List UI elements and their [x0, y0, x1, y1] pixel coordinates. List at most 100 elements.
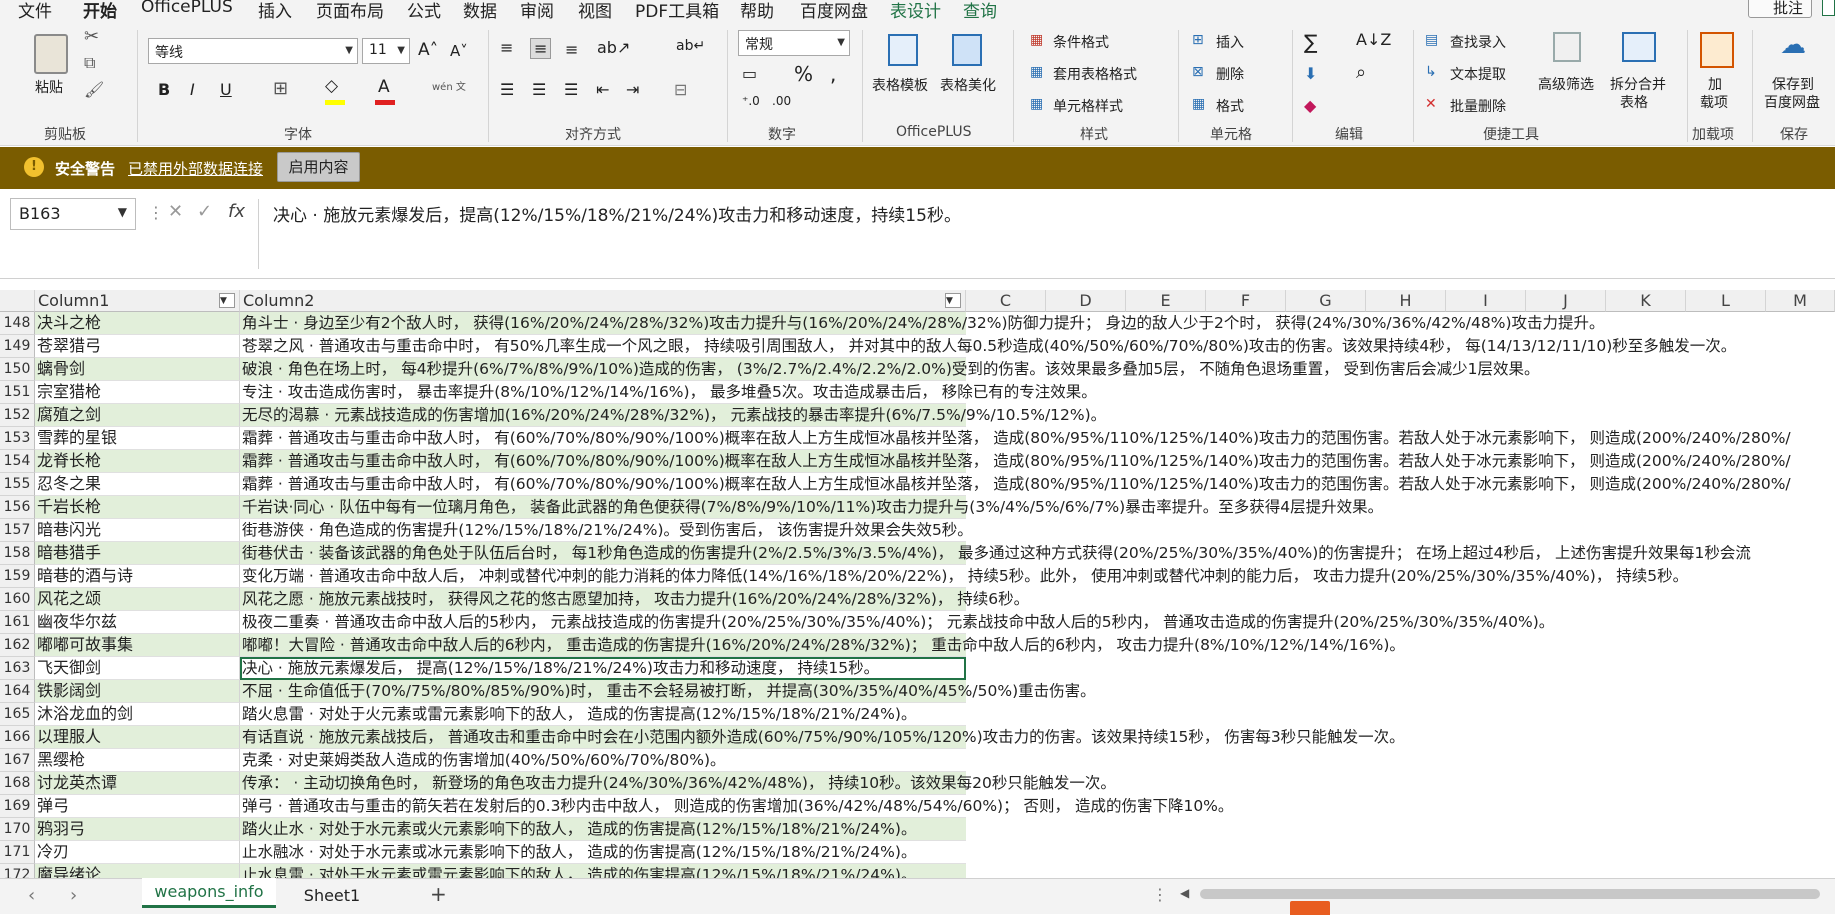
increase-decimal-icon[interactable]: ⁺.0	[742, 94, 760, 108]
insert-cells-button[interactable]: 插入	[1216, 32, 1244, 52]
lookup-button[interactable]: 查找录入	[1450, 32, 1506, 52]
row-number[interactable]: 168	[0, 772, 35, 795]
row-number[interactable]: 153	[0, 427, 35, 450]
weapon-effect-cell[interactable]: 街巷游侠 · 角色造成的伤害提升(12%/15%/18%/21%/24%)。受到…	[240, 519, 973, 542]
weapon-name-cell[interactable]: 决斗之枪	[35, 312, 240, 335]
paste-button[interactable]: 粘贴	[35, 77, 63, 97]
align-center-icon[interactable]: ☰	[532, 80, 546, 99]
cell-style-button[interactable]: 单元格样式	[1053, 96, 1123, 116]
row-number[interactable]: 165	[0, 703, 35, 726]
advanced-filter-button[interactable]: 高级筛选	[1538, 74, 1594, 94]
row-number[interactable]: 170	[0, 818, 35, 841]
bold-button[interactable]: B	[158, 80, 170, 99]
underline-button[interactable]: U	[220, 80, 232, 99]
column-header-c[interactable]: C	[966, 290, 1046, 312]
weapon-effect-cell[interactable]: 嘟嘟！大冒险 · 普通攻击命中敌人后的6秒内， 重击造成的伤害提升(16%/20…	[240, 634, 1405, 657]
formula-input[interactable]: 决心 · 施放元素爆发后，提高(12%/15%/18%/21%/24%)攻击力和…	[258, 199, 1828, 269]
font-size-combo[interactable]: 11 ▼	[362, 38, 410, 64]
row-number[interactable]: 159	[0, 565, 35, 588]
weapon-name-cell[interactable]: 冷刃	[35, 841, 240, 864]
cut-icon[interactable]: ✂	[84, 26, 99, 47]
row-number[interactable]: 156	[0, 496, 35, 519]
weapon-effect-cell[interactable]: 苍翠之风 · 普通攻击与重击命中时， 有50%几率生成一个风之眼， 持续吸引周围…	[240, 335, 1736, 358]
save-label-2[interactable]: 百度网盘	[1764, 92, 1820, 112]
column-header-m[interactable]: M	[1766, 290, 1835, 312]
weapon-name-cell[interactable]: 幽夜华尔兹	[35, 611, 240, 634]
shrink-font-icon[interactable]: A˅	[450, 42, 468, 60]
tab-baidu-netdisk[interactable]: 百度网盘	[800, 0, 868, 22]
weapon-effect-cell[interactable]: 霜葬 · 普通攻击与重击命中敌人时， 有(60%/70%/80%/90%/100…	[240, 450, 1791, 473]
tab-officeplus[interactable]: OfficePLUS	[141, 0, 233, 17]
batch-delete-button[interactable]: 批量删除	[1450, 96, 1506, 116]
tab-table-design[interactable]: 表设计	[890, 0, 941, 22]
column-header-column2[interactable]: Column2 ▼	[240, 290, 966, 312]
column-header-column1[interactable]: Column1 ▼	[35, 290, 240, 312]
row-number[interactable]: 152	[0, 404, 35, 427]
font-color-icon[interactable]: A	[378, 77, 390, 97]
weapon-name-cell[interactable]: 苍翠猎弓	[35, 335, 240, 358]
format-as-table-button[interactable]: 套用表格格式	[1053, 64, 1137, 84]
sheet-options-icon[interactable]: ⋮	[1152, 885, 1168, 904]
row-number[interactable]: 167	[0, 749, 35, 772]
weapon-effect-cell[interactable]: 角斗士 · 身边至少有2个敌人时， 获得(16%/20%/24%/28%/32%…	[240, 312, 1605, 335]
add-sheet-button[interactable]: +	[430, 882, 447, 906]
table-template-button[interactable]: 表格模板	[872, 75, 928, 95]
align-middle-icon[interactable]: ≡	[530, 38, 552, 59]
split-merge-icon[interactable]	[1622, 32, 1656, 62]
column-header-h[interactable]: H	[1366, 290, 1446, 312]
weapon-name-cell[interactable]: 龙脊长枪	[35, 450, 240, 473]
weapon-name-cell[interactable]: 飞天御剑	[35, 657, 240, 680]
table-beautify-button[interactable]: 表格美化	[940, 75, 996, 95]
addins-icon[interactable]	[1700, 32, 1734, 68]
addins-label-2[interactable]: 载项	[1700, 92, 1728, 112]
delete-cells-button[interactable]: 删除	[1216, 64, 1244, 84]
row-number[interactable]: 169	[0, 795, 35, 818]
weapon-name-cell[interactable]: 黑缨枪	[35, 749, 240, 772]
row-number[interactable]: 172	[0, 864, 35, 878]
row-number[interactable]: 150	[0, 358, 35, 381]
italic-button[interactable]: I	[190, 80, 195, 99]
weapon-name-cell[interactable]: 暗巷闪光	[35, 519, 240, 542]
column-header-f[interactable]: F	[1206, 290, 1286, 312]
weapon-effect-cell[interactable]: 踏火息雷 · 对处于火元素或雷元素影响下的敌人， 造成的伤害提高(12%/15%…	[240, 703, 966, 726]
addins-label-1[interactable]: 加	[1708, 74, 1722, 94]
row-number[interactable]: 166	[0, 726, 35, 749]
weapon-name-cell[interactable]: 沐浴龙血的剑	[35, 703, 240, 726]
number-format-combo[interactable]: 常规 ▼	[738, 30, 850, 56]
horizontal-scrollbar[interactable]	[1200, 889, 1820, 899]
weapon-name-cell[interactable]: 忍冬之果	[35, 473, 240, 496]
table-beautify-icon[interactable]	[952, 34, 982, 66]
align-top-icon[interactable]: ≡	[500, 38, 513, 57]
phonetic-icon[interactable]: wén 文	[432, 78, 466, 93]
column-header-k[interactable]: K	[1606, 290, 1686, 312]
sheet-tab-sheet1[interactable]: Sheet1	[287, 883, 377, 911]
save-label-1[interactable]: 保存到	[1772, 74, 1814, 94]
next-sheet-icon[interactable]: ›	[70, 885, 77, 906]
column-header-d[interactable]: D	[1046, 290, 1126, 312]
row-number[interactable]: 164	[0, 680, 35, 703]
weapon-name-cell[interactable]: 腐殖之剑	[35, 404, 240, 427]
sheet-tab-weapons-info[interactable]: weapons_info	[142, 878, 276, 908]
table-template-icon[interactable]	[888, 34, 918, 66]
row-number[interactable]: 158	[0, 542, 35, 565]
currency-icon[interactable]: ▭	[742, 64, 757, 83]
scroll-left-icon[interactable]: ◀	[1180, 886, 1189, 900]
merge-center-icon[interactable]: ⊟	[674, 80, 687, 99]
paste-icon[interactable]	[34, 34, 68, 74]
tab-page-layout[interactable]: 页面布局	[316, 0, 384, 22]
weapon-name-cell[interactable]: 暗巷的酒与诗	[35, 565, 240, 588]
fill-color-icon[interactable]: ◇	[325, 76, 338, 96]
weapon-name-cell[interactable]: 铁影阔剑	[35, 680, 240, 703]
advanced-filter-icon[interactable]	[1553, 32, 1581, 62]
comment-button[interactable]: 批注	[1748, 0, 1812, 18]
prev-sheet-icon[interactable]: ‹	[28, 885, 35, 906]
weapon-effect-cell[interactable]: 风花之愿 · 施放元素战技时， 获得风之花的悠古愿望加持， 攻击力提升(16%/…	[240, 588, 1029, 611]
percent-icon[interactable]: %	[794, 62, 813, 86]
tab-data[interactable]: 数据	[463, 0, 497, 22]
weapon-name-cell[interactable]: 雪葬的星银	[35, 427, 240, 450]
column-header-g[interactable]: G	[1286, 290, 1366, 312]
row-number[interactable]: 154	[0, 450, 35, 473]
grow-font-icon[interactable]: A˄	[418, 40, 438, 60]
cancel-icon[interactable]: ✕	[168, 201, 183, 222]
row-number[interactable]: 157	[0, 519, 35, 542]
